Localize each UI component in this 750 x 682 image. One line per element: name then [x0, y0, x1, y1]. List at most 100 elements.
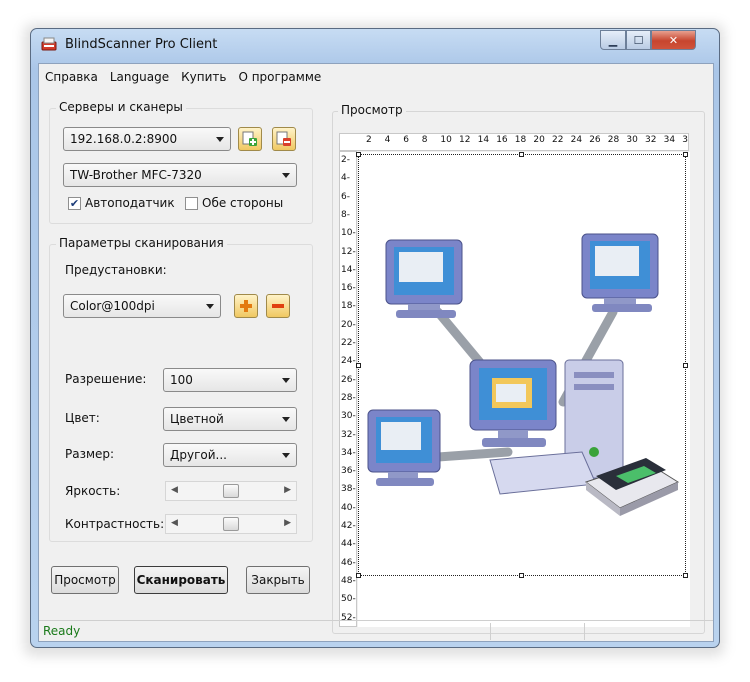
duplex-checkbox[interactable]	[185, 197, 198, 210]
color-select-value: Цветной	[170, 412, 224, 426]
ruler-v-tick-label: 34-	[341, 447, 356, 458]
brightness-slider[interactable]: ◀ ▶	[165, 481, 297, 501]
vertical-ruler: 2- 4- 6- 8- 10- 12- 14- 16- 18- 20- 22- 24- 26- 28- 30…	[339, 151, 357, 627]
close-window-button[interactable]: ✕	[651, 30, 696, 50]
ruler-h-tick-label: 10	[440, 135, 452, 145]
resolution-select-value: 100	[170, 373, 193, 387]
contrast-slider[interactable]: ◀ ▶	[165, 514, 297, 534]
selection-frame[interactable]	[356, 152, 688, 578]
ruler-v-tick-label: 42-	[341, 521, 356, 531]
chevron-down-icon	[282, 173, 290, 178]
ruler-v-tick-label: 46-	[341, 557, 356, 568]
chevron-left-icon[interactable]: ◀	[171, 485, 178, 495]
scanner-app-icon	[41, 37, 57, 51]
menu-buy[interactable]: Купить	[175, 68, 232, 88]
ruler-v-tick-label: 32-	[341, 429, 356, 440]
menu-bar: Справка Language Купить О программе	[39, 68, 327, 88]
remove-server-icon	[276, 131, 291, 146]
ruler-h-tick-label: 28	[607, 135, 620, 145]
brightness-slider-thumb[interactable]	[223, 484, 239, 498]
servers-group-label: Серверы и сканеры	[56, 100, 186, 114]
ruler-h-tick-label: 18	[514, 135, 527, 145]
preset-select[interactable]: Color@100dpi	[63, 294, 221, 318]
ruler-v-tick-label: 10-	[341, 228, 356, 239]
ruler-v-tick-label: 38-	[341, 484, 356, 495]
ruler-v-tick-label: 28-	[341, 392, 356, 403]
ruler-h-tick-label: 8	[421, 135, 428, 145]
ruler-h-tick-label: 14	[477, 135, 490, 145]
preview-button[interactable]: Просмотр	[51, 566, 119, 594]
contrast-slider-thumb[interactable]	[223, 517, 239, 531]
chevron-left-icon[interactable]: ◀	[171, 518, 178, 528]
ruler-v-tick-label: 44-	[341, 539, 356, 550]
plus-icon	[240, 300, 252, 312]
ruler-h-tick-label: 2	[366, 135, 372, 145]
preview-group-label: Просмотр	[338, 103, 406, 117]
main-window: BlindScanner Pro Client ▁ ☐ ✕ Справка La…	[30, 28, 720, 648]
server-select[interactable]: 192.168.0.2:8900	[63, 127, 231, 151]
remove-preset-button[interactable]	[266, 294, 290, 318]
brightness-label: Яркость:	[65, 484, 121, 498]
ruler-v-tick-label: 50-	[341, 594, 356, 605]
ruler-v-tick-label: 20-	[341, 319, 356, 330]
scanner-select-value: TW-Brother MFC-7320	[70, 168, 202, 182]
status-text: Ready	[43, 624, 81, 638]
resolution-label: Разрешение:	[65, 372, 147, 386]
ruler-v-tick-label: 22-	[341, 338, 356, 348]
size-select[interactable]: Другой...	[163, 443, 297, 467]
chevron-down-icon	[282, 453, 290, 458]
remove-server-button[interactable]	[272, 127, 296, 151]
size-label: Размер:	[65, 447, 115, 461]
ruler-v-tick-label: 36-	[341, 466, 356, 477]
resolution-select[interactable]: 100	[163, 368, 297, 392]
scanner-select[interactable]: TW-Brother MFC-7320	[63, 163, 297, 187]
add-server-button[interactable]	[238, 127, 262, 151]
menu-help[interactable]: Справка	[39, 68, 104, 88]
size-select-value: Другой...	[170, 448, 227, 462]
color-select[interactable]: Цветной	[163, 407, 297, 431]
ruler-v-tick-label: 48-	[341, 575, 356, 586]
add-preset-button[interactable]	[234, 294, 258, 318]
menu-language[interactable]: Language	[104, 68, 175, 88]
ruler-h-tick-label: 16	[496, 135, 508, 145]
adf-checkbox[interactable]: ✔	[68, 197, 81, 210]
presets-label: Предустановки:	[65, 263, 167, 277]
ruler-h-tick-label: 26	[589, 135, 601, 145]
chevron-down-icon	[282, 417, 290, 422]
checkmark-icon: ✔	[69, 197, 80, 210]
maximize-button[interactable]: ☐	[626, 30, 651, 50]
server-select-value: 192.168.0.2:8900	[70, 132, 178, 146]
adf-label[interactable]: Автоподатчик	[85, 196, 175, 210]
horizontal-ruler: 24681012141618202224262830323436	[339, 133, 689, 151]
chevron-right-icon[interactable]: ▶	[284, 518, 291, 528]
ruler-v-tick-label: 2-	[341, 155, 350, 165]
maximize-icon: ☐	[633, 33, 644, 47]
chevron-right-icon[interactable]: ▶	[284, 485, 291, 495]
ruler-h-tick-label: 36	[682, 135, 688, 145]
ruler-v-tick-label: 12-	[341, 246, 356, 257]
ruler-v-tick-label: 16-	[341, 283, 356, 294]
ruler-v-tick-label: 26-	[341, 374, 356, 385]
chevron-down-icon	[216, 137, 224, 142]
client-area: Справка Language Купить О программе Серв…	[38, 63, 714, 642]
contrast-label: Контрастность:	[65, 517, 165, 531]
ruler-h-tick-label: 12	[459, 135, 471, 145]
ruler-h-tick-label: 4	[384, 135, 391, 145]
ruler-h-tick-label: 24	[570, 135, 583, 145]
ruler-h-tick-label: 20	[533, 135, 545, 145]
close-button[interactable]: Закрыть	[246, 566, 310, 594]
minus-icon	[272, 304, 284, 308]
chevron-down-icon	[282, 378, 290, 383]
menu-about[interactable]: О программе	[232, 68, 327, 88]
status-bar: Ready	[39, 620, 713, 642]
scan-button[interactable]: Сканировать	[134, 566, 228, 594]
window-title: BlindScanner Pro Client	[65, 37, 218, 52]
title-bar[interactable]: BlindScanner Pro Client ▁ ☐ ✕	[31, 29, 719, 59]
ruler-v-tick-label: 4-	[341, 173, 350, 184]
duplex-label[interactable]: Обе стороны	[202, 196, 283, 210]
ruler-h-tick-label: 34	[663, 135, 676, 145]
ruler-h-tick-label: 22	[552, 135, 564, 145]
ruler-v-tick-label: 18-	[341, 301, 356, 312]
minimize-button[interactable]: ▁	[600, 30, 626, 50]
chevron-down-icon	[206, 304, 214, 309]
